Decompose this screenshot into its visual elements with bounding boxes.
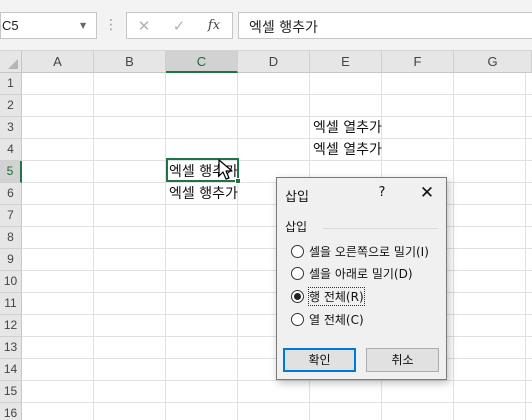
formula-buttons: ✕ ✓ fx	[126, 12, 233, 39]
cell-e3[interactable]: 엑셀 열추가	[313, 118, 382, 138]
column-header-b[interactable]: B	[94, 51, 166, 73]
ok-button[interactable]: 확인	[283, 348, 356, 372]
column-header-a[interactable]: A	[22, 51, 94, 73]
row-header-2[interactable]: 2	[0, 95, 22, 117]
row-header-12[interactable]: 12	[0, 315, 22, 337]
spreadsheet-grid: A B C D E F G 1 2 3 4 5 6 7 8 9 10 11 12…	[0, 51, 532, 420]
row-header-10[interactable]: 10	[0, 271, 22, 293]
select-all-button[interactable]	[0, 51, 22, 73]
radio-shift-right[interactable]	[291, 245, 304, 258]
row-header-3[interactable]: 3	[0, 117, 22, 139]
column-header-d[interactable]: D	[238, 51, 310, 73]
row-header-15[interactable]: 15	[0, 381, 22, 403]
row-header-8[interactable]: 8	[0, 227, 22, 249]
vertical-dots-icon[interactable]: ⋮	[104, 17, 118, 33]
option-shift-right-label: 셀을 오른쪽으로 밀기(I)	[309, 245, 429, 259]
chevron-down-icon[interactable]: ▼	[80, 19, 90, 33]
help-icon[interactable]: ?	[376, 185, 388, 200]
formula-input[interactable]: 엑셀 행추가	[238, 12, 532, 39]
cancel-entry-icon[interactable]: ✕	[135, 17, 153, 35]
column-header-c[interactable]: C	[166, 51, 238, 73]
row-header-11[interactable]: 11	[0, 293, 22, 315]
formula-bar: C5 ▼ ⋮ ✕ ✓ fx 엑셀 행추가	[0, 0, 532, 51]
option-entire-row[interactable]: 행 전체(R)	[289, 287, 439, 306]
mouse-pointer-icon	[218, 159, 233, 180]
dialog-title: 삽입	[285, 190, 309, 205]
row-header-5[interactable]: 5	[0, 161, 22, 183]
row-header-6[interactable]: 6	[0, 183, 22, 205]
row-header-13[interactable]: 13	[0, 337, 22, 359]
name-box-value: C5	[2, 18, 19, 33]
option-entire-column-label: 열 전체(C)	[309, 313, 364, 327]
confirm-entry-icon[interactable]: ✓	[170, 17, 188, 35]
cell-e4[interactable]: 엑셀 열추가	[313, 140, 382, 160]
row-header-9[interactable]: 9	[0, 249, 22, 271]
radio-entire-row[interactable]	[291, 290, 304, 303]
option-shift-right[interactable]: 셀을 오른쪽으로 밀기(I)	[289, 242, 439, 260]
name-box[interactable]: C5 ▼	[0, 12, 97, 39]
row-header-4[interactable]: 4	[0, 139, 22, 161]
formula-input-value: 엑셀 행추가	[249, 20, 318, 36]
row-header-1[interactable]: 1	[0, 73, 22, 95]
cell-c6[interactable]: 엑셀 행추가	[169, 184, 238, 204]
column-header-g[interactable]: G	[454, 51, 532, 73]
cancel-button[interactable]: 취소	[366, 348, 439, 372]
option-entire-column[interactable]: 열 전체(C)	[289, 310, 439, 328]
insert-function-icon[interactable]: fx	[205, 17, 223, 35]
close-icon[interactable]: ✕	[417, 183, 437, 203]
insert-dialog: 삽입 ? ✕ 삽입 셀을 오른쪽으로 밀기(I) 셀을 아래로 밀기(D) 행 …	[276, 177, 447, 380]
option-shift-down[interactable]: 셀을 아래로 밀기(D)	[289, 264, 439, 282]
radio-shift-down[interactable]	[291, 267, 304, 280]
row-header-7[interactable]: 7	[0, 205, 22, 227]
dialog-group-label: 삽입	[285, 220, 308, 234]
fill-handle[interactable]	[235, 178, 241, 184]
option-entire-row-label: 행 전체(R)	[308, 287, 365, 306]
radio-entire-column[interactable]	[291, 313, 304, 326]
column-header-e[interactable]: E	[310, 51, 382, 73]
option-shift-down-label: 셀을 아래로 밀기(D)	[309, 267, 413, 281]
group-divider	[323, 228, 438, 229]
column-header-f[interactable]: F	[382, 51, 454, 73]
row-header-16[interactable]: 16	[0, 403, 22, 420]
row-header-14[interactable]: 14	[0, 359, 22, 381]
